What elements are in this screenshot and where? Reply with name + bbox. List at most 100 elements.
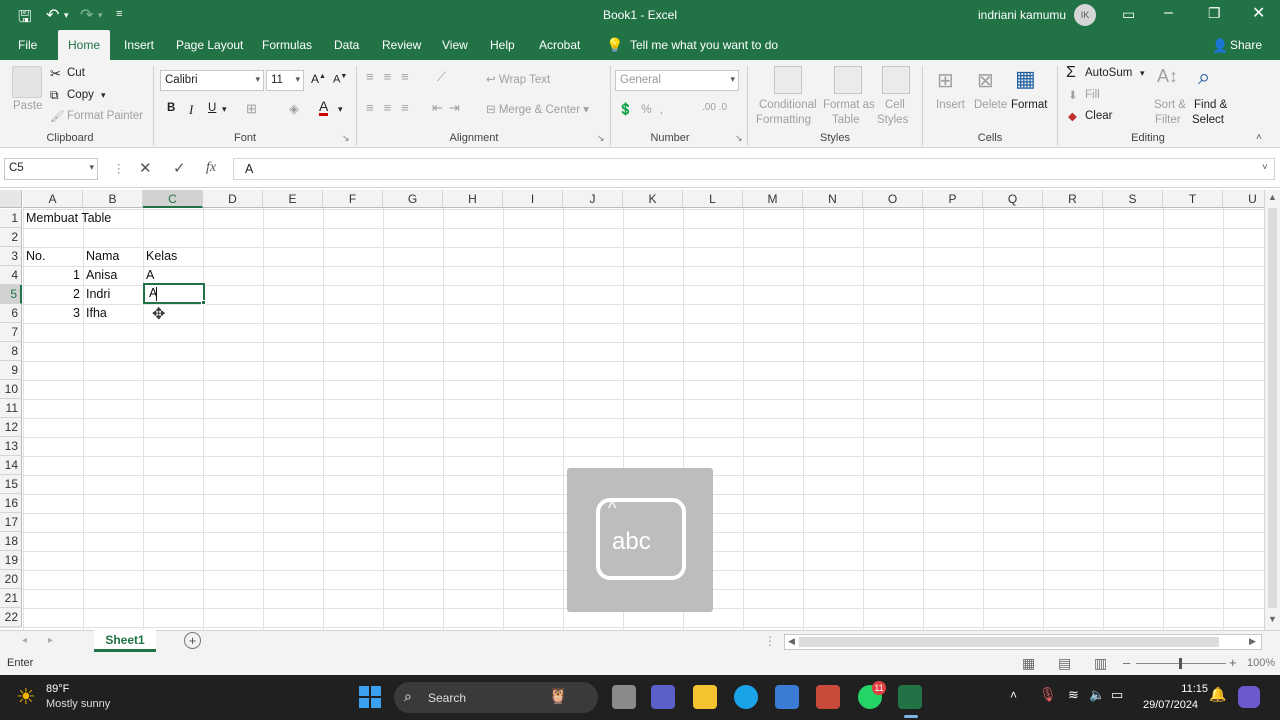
shrink-font-icon[interactable]: A▼ bbox=[333, 73, 347, 86]
page-break-view-icon[interactable]: ▥ bbox=[1094, 655, 1107, 672]
row-header-8[interactable]: 8 bbox=[0, 342, 22, 361]
cell-b4[interactable]: Anisa bbox=[83, 266, 120, 285]
zoom-slider-thumb[interactable] bbox=[1179, 658, 1182, 669]
decimal-icons[interactable]: .00 .0 bbox=[702, 102, 727, 113]
normal-view-icon[interactable]: ▦ bbox=[1022, 655, 1035, 672]
redo-icon[interactable]: ↷ bbox=[80, 5, 93, 25]
page-layout-view-icon[interactable]: ▤ bbox=[1058, 655, 1071, 672]
row-header-19[interactable]: 19 bbox=[0, 551, 22, 570]
vertical-scrollbar[interactable]: ▲ ▼ bbox=[1264, 190, 1280, 630]
column-header-t[interactable]: T bbox=[1163, 190, 1223, 208]
tab-data[interactable]: Data bbox=[334, 30, 359, 60]
cell-a4[interactable]: 1 bbox=[23, 266, 83, 285]
tab-insert[interactable]: Insert bbox=[124, 30, 154, 60]
save-icon[interactable]: 🖫 bbox=[18, 6, 32, 33]
row-header-14[interactable]: 14 bbox=[0, 456, 22, 475]
cancel-entry-icon[interactable]: ✕ bbox=[139, 159, 152, 177]
column-header-f[interactable]: F bbox=[323, 190, 383, 208]
format-painter-icon[interactable]: 🖌 bbox=[50, 109, 65, 123]
row-header-15[interactable]: 15 bbox=[0, 475, 22, 494]
row-header-5[interactable]: 5 bbox=[0, 285, 22, 304]
column-header-k[interactable]: K bbox=[623, 190, 683, 208]
confirm-entry-icon[interactable]: ✓ bbox=[173, 159, 186, 177]
vertical-scroll-thumb[interactable] bbox=[1268, 208, 1277, 608]
autosum-icon[interactable]: Σ bbox=[1066, 64, 1076, 82]
avatar[interactable]: IK bbox=[1074, 4, 1096, 26]
format-as-table-button[interactable]: Format as bbox=[823, 99, 875, 111]
cell-b5[interactable]: Indri bbox=[83, 285, 113, 304]
find-select-icon[interactable]: ⌕ bbox=[1198, 64, 1210, 90]
task-view-icon[interactable] bbox=[612, 685, 636, 709]
name-box[interactable]: C5 bbox=[4, 158, 98, 180]
tab-file[interactable]: File bbox=[18, 30, 37, 60]
column-header-j[interactable]: J bbox=[563, 190, 623, 208]
sort-filter-button[interactable]: Sort & bbox=[1154, 99, 1186, 111]
fill-color-icon[interactable]: ◈ bbox=[289, 101, 299, 117]
sheet-tab-sheet1[interactable]: Sheet1 bbox=[94, 630, 156, 652]
next-sheet-icon[interactable]: ▸ bbox=[48, 635, 53, 646]
horizontal-scrollbar[interactable]: ◀ ▶ bbox=[784, 634, 1262, 650]
clipboard-icon[interactable] bbox=[12, 66, 42, 98]
sheet-split-icon[interactable]: ⋮ bbox=[764, 634, 776, 648]
underline-button[interactable]: U bbox=[208, 102, 216, 114]
row-header-11[interactable]: 11 bbox=[0, 399, 22, 418]
undo-dropdown-icon[interactable]: ▾ bbox=[64, 10, 69, 21]
row-header-17[interactable]: 17 bbox=[0, 513, 22, 532]
copy-button[interactable]: Copy bbox=[67, 89, 94, 101]
format-cells-icon[interactable]: ▦ bbox=[1015, 66, 1036, 92]
italic-button[interactable]: I bbox=[189, 102, 193, 118]
row-header-2[interactable]: 2 bbox=[0, 228, 22, 247]
share-button[interactable]: Share bbox=[1230, 30, 1262, 60]
font-size-select[interactable]: 11 bbox=[266, 70, 304, 91]
row-header-7[interactable]: 7 bbox=[0, 323, 22, 342]
notification-bell-icon[interactable]: 🔔 bbox=[1209, 686, 1226, 703]
column-header-e[interactable]: E bbox=[263, 190, 323, 208]
active-cell-c5[interactable]: A bbox=[143, 283, 205, 304]
font-launcher-icon[interactable]: ↘ bbox=[342, 133, 350, 144]
user-name[interactable]: indriani kamumu bbox=[978, 8, 1066, 22]
number-launcher-icon[interactable]: ↘ bbox=[735, 133, 743, 144]
scroll-right-icon[interactable]: ▶ bbox=[1249, 636, 1256, 647]
number-format-select[interactable]: General bbox=[615, 70, 739, 91]
bold-button[interactable]: B bbox=[167, 102, 175, 114]
column-header-q[interactable]: Q bbox=[983, 190, 1043, 208]
tab-view[interactable]: View bbox=[442, 30, 468, 60]
row-header-9[interactable]: 9 bbox=[0, 361, 22, 380]
row-header-20[interactable]: 20 bbox=[0, 570, 22, 589]
tab-review[interactable]: Review bbox=[382, 30, 421, 60]
weather-desc[interactable]: Mostly sunny bbox=[46, 698, 110, 710]
share-icon[interactable]: 👤 bbox=[1212, 30, 1228, 60]
tab-page-layout[interactable]: Page Layout bbox=[176, 30, 243, 60]
cell-b3[interactable]: Nama bbox=[83, 247, 122, 266]
cell-a6[interactable]: 3 bbox=[23, 304, 83, 323]
column-header-s[interactable]: S bbox=[1103, 190, 1163, 208]
taskbar-search[interactable]: ⌕ Search 🦉 bbox=[394, 682, 598, 713]
column-header-h[interactable]: H bbox=[443, 190, 503, 208]
copy-icon[interactable]: ⧉ bbox=[50, 88, 59, 103]
insert-cells-button[interactable]: Insert bbox=[936, 99, 965, 111]
row-header-18[interactable]: 18 bbox=[0, 532, 22, 551]
column-header-g[interactable]: G bbox=[383, 190, 443, 208]
windows-start-icon[interactable] bbox=[359, 686, 381, 708]
clock-date[interactable]: 29/07/2024 bbox=[1143, 699, 1198, 711]
tab-acrobat[interactable]: Acrobat bbox=[539, 30, 580, 60]
row-header-4[interactable]: 4 bbox=[0, 266, 22, 285]
wrap-text-button[interactable]: ↩ Wrap Text bbox=[486, 72, 550, 86]
cut-icon[interactable]: ✂ bbox=[50, 66, 61, 82]
font-name-select[interactable]: Calibri bbox=[160, 70, 264, 91]
expand-formula-icon[interactable]: ˅ bbox=[1262, 162, 1268, 173]
ribbon-display-icon[interactable]: ▭ bbox=[1122, 6, 1135, 23]
format-cells-button[interactable]: Format bbox=[1011, 99, 1047, 111]
collapse-ribbon-icon[interactable]: ˄ bbox=[1256, 132, 1262, 143]
column-header-r[interactable]: R bbox=[1043, 190, 1103, 208]
insert-cells-icon[interactable]: ⊞ bbox=[937, 68, 954, 93]
fill-icon[interactable]: ⬇ bbox=[1068, 88, 1078, 102]
microphone-icon[interactable]: 🎙 bbox=[1039, 686, 1057, 703]
weather-temp[interactable]: 89°F bbox=[46, 683, 69, 695]
excel-taskbar-icon[interactable] bbox=[898, 685, 922, 709]
grow-font-icon[interactable]: A▲ bbox=[311, 72, 326, 86]
zoom-in-icon[interactable]: + bbox=[1229, 655, 1237, 670]
volume-icon[interactable]: 🔈 bbox=[1089, 687, 1105, 703]
paste-button[interactable]: Paste bbox=[13, 100, 42, 112]
row-header-10[interactable]: 10 bbox=[0, 380, 22, 399]
